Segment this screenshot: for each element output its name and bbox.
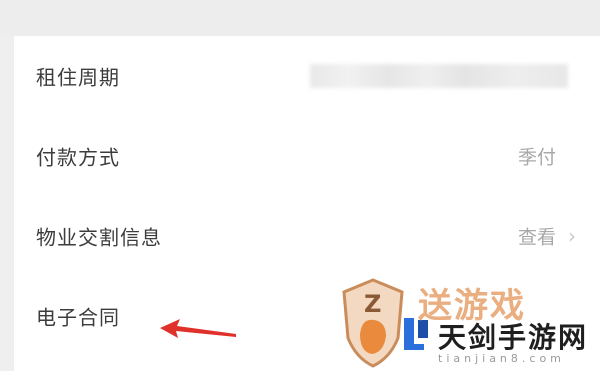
chevron-right-icon: ›: [568, 224, 576, 248]
electronic-contract-label: 电子合同: [36, 305, 120, 330]
payment-method-value: 季付: [517, 146, 556, 169]
red-arrow-icon: [160, 319, 236, 338]
property-handover-view-link[interactable]: 查看: [518, 223, 556, 250]
row-rental-period[interactable]: 租住周期: [14, 36, 600, 116]
row-property-handover[interactable]: 物业交割信息 查看 ›: [14, 196, 600, 276]
top-band: [0, 0, 600, 36]
site-watermark: Z 送游戏 天剑手游网 tianjian8.com: [326, 272, 600, 371]
rental-period-label: 租住周期: [36, 65, 120, 90]
shield-letter: Z: [364, 290, 381, 318]
property-handover-label: 物业交割信息: [36, 225, 162, 250]
shield-logo-icon: Z: [342, 278, 404, 368]
payment-method-label: 付款方式: [36, 145, 120, 170]
watermark-site-name: 天剑手游网: [438, 321, 589, 354]
rental-period-value-blurred: [310, 64, 568, 88]
row-payment-method[interactable]: 付款方式 季付: [14, 116, 600, 196]
watermark-url: tianjian8.com: [438, 352, 565, 365]
